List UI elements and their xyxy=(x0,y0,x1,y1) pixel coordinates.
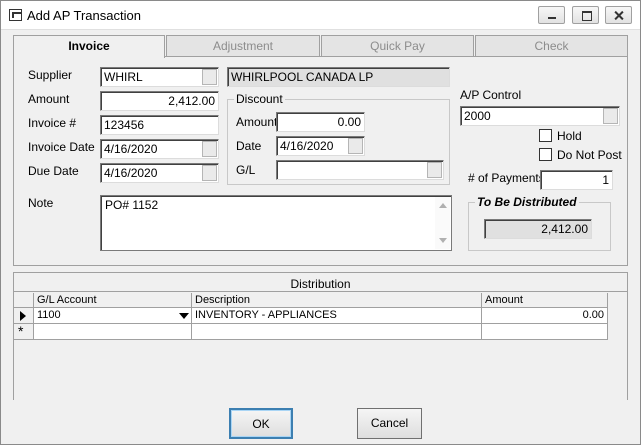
ap-control-combo[interactable]: 2000 xyxy=(460,106,620,126)
do-not-post-checkbox[interactable] xyxy=(539,148,552,161)
column-header-description[interactable]: Description xyxy=(192,293,482,308)
due-date-dropdown-button[interactable] xyxy=(202,165,217,181)
due-date-label: Due Date xyxy=(28,164,79,178)
number-of-payments-field[interactable]: 1 xyxy=(540,170,613,190)
ap-control-dropdown-button[interactable] xyxy=(603,108,618,124)
discount-date-dropdown-button[interactable] xyxy=(348,138,363,154)
gl-account-dropdown-icon[interactable] xyxy=(179,313,189,319)
note-textarea[interactable]: PO# 1152 xyxy=(100,195,452,251)
supplier-label: Supplier xyxy=(28,68,73,82)
new-row-description-cell[interactable] xyxy=(192,324,482,340)
discount-amount-label: Amount xyxy=(236,115,278,129)
tab-invoice[interactable]: Invoice xyxy=(13,35,165,58)
due-date-value: 4/16/2020 xyxy=(104,166,158,180)
app-icon xyxy=(9,9,22,21)
current-row-icon xyxy=(20,311,26,321)
cancel-button[interactable]: Cancel xyxy=(357,408,422,439)
cell-description[interactable]: INVENTORY - APPLIANCES xyxy=(192,308,482,324)
cell-gl-account[interactable]: 1100 xyxy=(34,308,192,324)
tab-check[interactable]: Check xyxy=(475,35,628,56)
invoice-date-picker[interactable]: 4/16/2020 xyxy=(100,139,219,159)
discount-date-label: Date xyxy=(236,139,262,153)
invoice-number-label: Invoice # xyxy=(28,116,77,130)
column-header-gl-account[interactable]: G/L Account xyxy=(34,293,192,308)
cell-amount[interactable]: 0.00 xyxy=(482,308,608,324)
discount-amount-field[interactable]: 0.00 xyxy=(276,112,365,132)
close-button[interactable] xyxy=(605,6,632,24)
gl-account-value: 1100 xyxy=(37,309,61,321)
minimize-icon xyxy=(539,7,564,23)
invoice-date-value: 4/16/2020 xyxy=(104,142,158,156)
distribution-title: Distribution xyxy=(290,277,351,291)
ok-button[interactable]: OK xyxy=(229,408,293,439)
close-icon xyxy=(606,7,631,23)
row-selector-new[interactable]: * xyxy=(14,323,34,340)
discount-gl-combo[interactable] xyxy=(276,160,444,180)
ap-control-value: 2000 xyxy=(464,109,491,123)
invoice-number-field[interactable]: 123456 xyxy=(100,115,219,135)
invoice-date-label: Invoice Date xyxy=(28,140,95,154)
distribution-section: Distribution G/L Account Description Amo… xyxy=(13,272,628,400)
hold-checkbox[interactable] xyxy=(539,129,552,142)
amount-field[interactable]: 2,412.00 xyxy=(100,91,219,111)
supplier-combo[interactable]: WHIRL xyxy=(100,67,219,87)
note-scrollbar[interactable] xyxy=(435,197,450,249)
to-be-distributed-field: 2,412.00 xyxy=(484,219,592,239)
note-label: Note xyxy=(28,196,54,210)
discount-gl-label: G/L xyxy=(236,163,256,177)
discount-date-value: 4/16/2020 xyxy=(280,139,334,153)
new-row-gl-account-cell[interactable] xyxy=(34,324,192,340)
do-not-post-label: Do Not Post xyxy=(557,148,622,162)
to-be-distributed-label: To Be Distributed xyxy=(475,195,579,209)
hold-label: Hold xyxy=(557,129,582,143)
scroll-down-icon[interactable] xyxy=(439,238,447,243)
invoice-date-dropdown-button[interactable] xyxy=(202,141,217,157)
new-row-icon: * xyxy=(18,323,24,339)
supplier-code: WHIRL xyxy=(104,70,143,84)
tab-adjustment[interactable]: Adjustment xyxy=(166,35,320,56)
number-of-payments-label: # of Payments xyxy=(468,171,545,185)
minimize-button[interactable] xyxy=(538,6,565,24)
grid-corner xyxy=(14,293,34,308)
window-title: Add AP Transaction xyxy=(27,8,141,23)
tab-quick-pay[interactable]: Quick Pay xyxy=(321,35,474,56)
supplier-name-field: WHIRLPOOL CANADA LP xyxy=(227,67,450,87)
maximize-icon xyxy=(573,7,598,23)
scroll-up-icon[interactable] xyxy=(439,203,447,208)
discount-date-picker[interactable]: 4/16/2020 xyxy=(276,136,365,156)
ap-control-label: A/P Control xyxy=(460,88,522,102)
row-selector-current[interactable] xyxy=(14,308,34,324)
title-bar: Add AP Transaction xyxy=(1,1,640,30)
due-date-picker[interactable]: 4/16/2020 xyxy=(100,163,219,183)
supplier-dropdown-button[interactable] xyxy=(202,69,217,85)
add-ap-transaction-window: Add AP Transaction Invoice Adjustment Qu… xyxy=(0,0,641,445)
distribution-grid: G/L Account Description Amount 1100 INVE… xyxy=(14,291,627,400)
discount-gl-dropdown-button[interactable] xyxy=(427,162,442,178)
discount-group-title: Discount xyxy=(234,92,285,106)
maximize-button[interactable] xyxy=(572,6,599,24)
amount-label: Amount xyxy=(28,92,70,106)
new-row-amount-cell[interactable] xyxy=(482,324,608,340)
column-header-amount[interactable]: Amount xyxy=(482,293,608,308)
note-text: PO# 1152 xyxy=(105,198,159,212)
